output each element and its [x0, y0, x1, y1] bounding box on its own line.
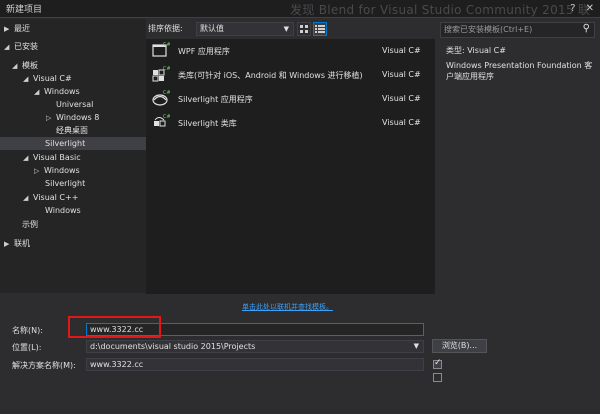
tree-item-recent[interactable]: ▶ 最近 — [4, 22, 30, 35]
svg-text:C#: C# — [163, 114, 170, 120]
tree-item-installed[interactable]: ◢ 已安装 — [4, 40, 38, 53]
add-source-control-checkbox[interactable] — [433, 373, 442, 382]
expand-arrow-icon[interactable]: ▷ — [46, 112, 56, 125]
tree-item-classic-desktop[interactable]: 经典桌面 — [56, 124, 88, 137]
window-controls: ? ✕ — [570, 3, 594, 14]
create-directory-checkbox[interactable]: ✓ — [433, 358, 442, 369]
svg-text:C#: C# — [163, 66, 170, 72]
expand-arrow-icon[interactable]: ▶ — [4, 23, 14, 36]
silverlight-library-icon: C# — [154, 114, 170, 127]
tree-item-cpp-windows[interactable]: Windows — [45, 204, 81, 217]
browse-button[interactable]: 浏览(B)... — [432, 339, 487, 353]
template-tree: ▶ 最近 ◢ 已安装 ◢ 模板 ◢ Visual C# ◢ Windows Univers… — [0, 19, 146, 293]
template-item[interactable]: C# 类库(可针对 iOS、Android 和 Windows 进行移植) Vi… — [146, 63, 435, 87]
details-panel: 搜索已安装模板(Ctrl+E) ⚲ 类型: Visual C# Windows … — [435, 19, 600, 294]
location-label: 位置(L): — [12, 343, 42, 352]
name-label: 名称(N): — [12, 326, 43, 335]
chevron-down-icon: ▼ — [283, 25, 289, 33]
svg-text:C#: C# — [163, 42, 170, 48]
tree-item-windows[interactable]: ◢ Windows — [34, 85, 80, 98]
find-templates-online-link[interactable]: 单击此处以联机并查找模板。 — [242, 302, 333, 312]
silverlight-app-icon: C# — [152, 90, 170, 106]
chevron-down-icon: ▼ — [413, 342, 419, 350]
tree-item-silverlight[interactable]: Silverlight — [0, 137, 146, 150]
sort-toolbar: 排序依据: 默认值 ▼ — [146, 19, 435, 39]
template-list: C# WPF 应用程序 Visual C# C# 类库(可针对 iOS、Andr… — [146, 39, 435, 294]
solution-name-input[interactable]: www.3322.cc — [86, 358, 424, 371]
search-icon[interactable]: ⚲ — [583, 22, 590, 36]
svg-text:C#: C# — [163, 90, 170, 96]
location-dropdown[interactable]: d:\documents\visual studio 2015\Projects… — [86, 340, 424, 353]
list-view-icon — [315, 25, 325, 33]
checkmark-icon: ✓ — [434, 358, 442, 368]
tree-item-windows8[interactable]: ▷ Windows 8 — [46, 111, 99, 124]
tree-item-visual-basic[interactable]: ◢ Visual Basic — [23, 151, 81, 164]
sort-label: 排序依据: — [148, 24, 183, 33]
tree-item-samples[interactable]: 示例 — [22, 218, 38, 231]
list-view-button[interactable] — [313, 22, 327, 36]
tree-item-vb-silverlight[interactable]: Silverlight — [45, 177, 85, 190]
sort-dropdown[interactable]: 默认值 ▼ — [196, 22, 294, 36]
tree-item-online[interactable]: ▶ 联机 — [4, 237, 30, 250]
collapse-arrow-icon[interactable]: ◢ — [4, 41, 14, 54]
collapse-arrow-icon[interactable]: ◢ — [23, 192, 33, 205]
help-icon[interactable]: ? — [570, 3, 575, 14]
wpf-app-icon: C# — [152, 42, 170, 57]
tree-item-visual-cpp[interactable]: ◢ Visual C++ — [23, 191, 78, 204]
collapse-arrow-icon[interactable]: ◢ — [23, 152, 33, 165]
tree-item-universal[interactable]: Universal — [56, 98, 93, 111]
window-title: 新建项目 — [6, 5, 43, 15]
collapse-arrow-icon[interactable]: ◢ — [34, 86, 44, 99]
type-info: 类型: Visual C# — [446, 46, 506, 55]
sort-value: 默认值 — [200, 24, 224, 33]
grid-view-button[interactable] — [297, 22, 311, 36]
tree-item-visual-csharp[interactable]: ◢ Visual C# — [23, 72, 72, 85]
close-icon[interactable]: ✕ — [586, 3, 594, 14]
collapse-arrow-icon[interactable]: ◢ — [23, 73, 33, 86]
template-search-input[interactable]: 搜索已安装模板(Ctrl+E) ⚲ — [440, 22, 595, 38]
template-item[interactable]: C# Silverlight 应用程序 Visual C# — [146, 87, 435, 111]
title-bar: 新建项目 发现 Blend for Visual Studio Communit… — [0, 0, 600, 34]
highlight-box — [68, 316, 161, 338]
solution-name-label: 解决方案名称(M): — [12, 361, 76, 370]
grid-view-icon — [300, 25, 308, 33]
tree-item-vb-windows[interactable]: ▷ Windows — [34, 164, 80, 177]
template-item[interactable]: C# Silverlight 类库 Visual C# — [146, 111, 435, 135]
template-item[interactable]: C# WPF 应用程序 Visual C# — [146, 39, 435, 63]
portable-library-icon: C# — [152, 66, 170, 82]
tree-item-templates[interactable]: ◢ 模板 — [12, 59, 38, 72]
expand-arrow-icon[interactable]: ▶ — [4, 238, 14, 251]
expand-arrow-icon[interactable]: ▷ — [34, 165, 44, 178]
template-description: Windows Presentation Foundation 客户端应用程序 — [446, 61, 593, 81]
collapse-arrow-icon[interactable]: ◢ — [12, 60, 22, 73]
